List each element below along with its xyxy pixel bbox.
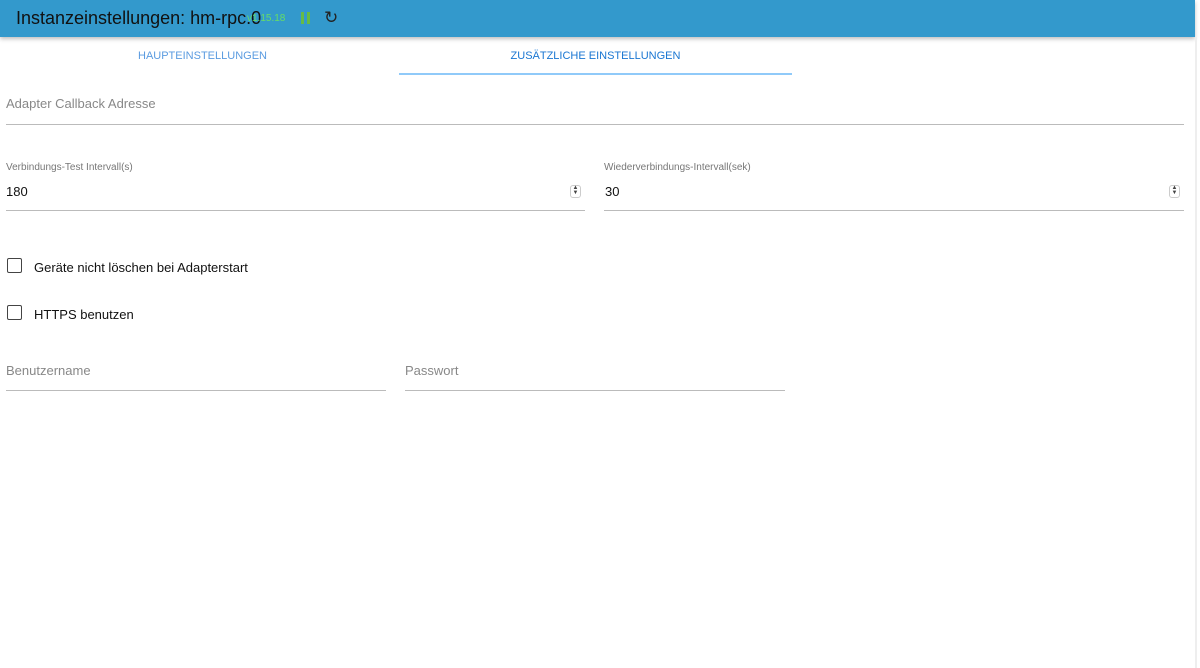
- check-interval-value: 180: [6, 184, 28, 199]
- use-https-label: HTTPS benutzen: [34, 307, 134, 322]
- stepper-icon[interactable]: ▲ ▼: [570, 185, 581, 198]
- password-placeholder: Passwort: [405, 363, 459, 378]
- check-interval-label: Verbindungs-Test Intervall(s): [6, 162, 133, 173]
- use-https-checkbox[interactable]: [7, 305, 22, 320]
- scrollbar[interactable]: [1195, 37, 1197, 668]
- pause-icon[interactable]: [301, 12, 311, 24]
- tab-additional-settings[interactable]: ZUSÄTZLICHE EINSTELLUNGEN: [399, 38, 792, 75]
- page-title: Instanzeinstellungen: hm-rpc.0: [16, 8, 262, 28]
- callback-address-placeholder: Adapter Callback Adresse: [6, 96, 156, 111]
- refresh-icon[interactable]: ↻: [324, 9, 338, 26]
- reconnect-interval-label: Wiederverbindungs-Intervall(sek): [604, 162, 751, 173]
- keep-devices-label: Geräte nicht löschen bei Adapterstart: [34, 260, 248, 275]
- version-badge: v1.15.18: [247, 13, 286, 24]
- header-bar: Instanzeinstellungen: hm-rpc.0 v1.15.18 …: [0, 0, 1195, 37]
- tab-main-settings[interactable]: HAUPTEINSTELLUNGEN: [5, 38, 400, 74]
- username-placeholder: Benutzername: [6, 363, 91, 378]
- stepper-icon[interactable]: ▲ ▼: [1169, 185, 1180, 198]
- reconnect-interval-input[interactable]: Wiederverbindungs-Intervall(sek) 30 ▲ ▼: [604, 162, 1184, 211]
- reconnect-interval-value: 30: [605, 184, 620, 199]
- check-interval-input[interactable]: Verbindungs-Test Intervall(s) 180 ▲ ▼: [6, 162, 585, 211]
- callback-address-input[interactable]: Adapter Callback Adresse: [6, 92, 1184, 125]
- password-input[interactable]: Passwort: [405, 360, 785, 391]
- keep-devices-checkbox[interactable]: [7, 258, 22, 273]
- username-input[interactable]: Benutzername: [6, 360, 386, 391]
